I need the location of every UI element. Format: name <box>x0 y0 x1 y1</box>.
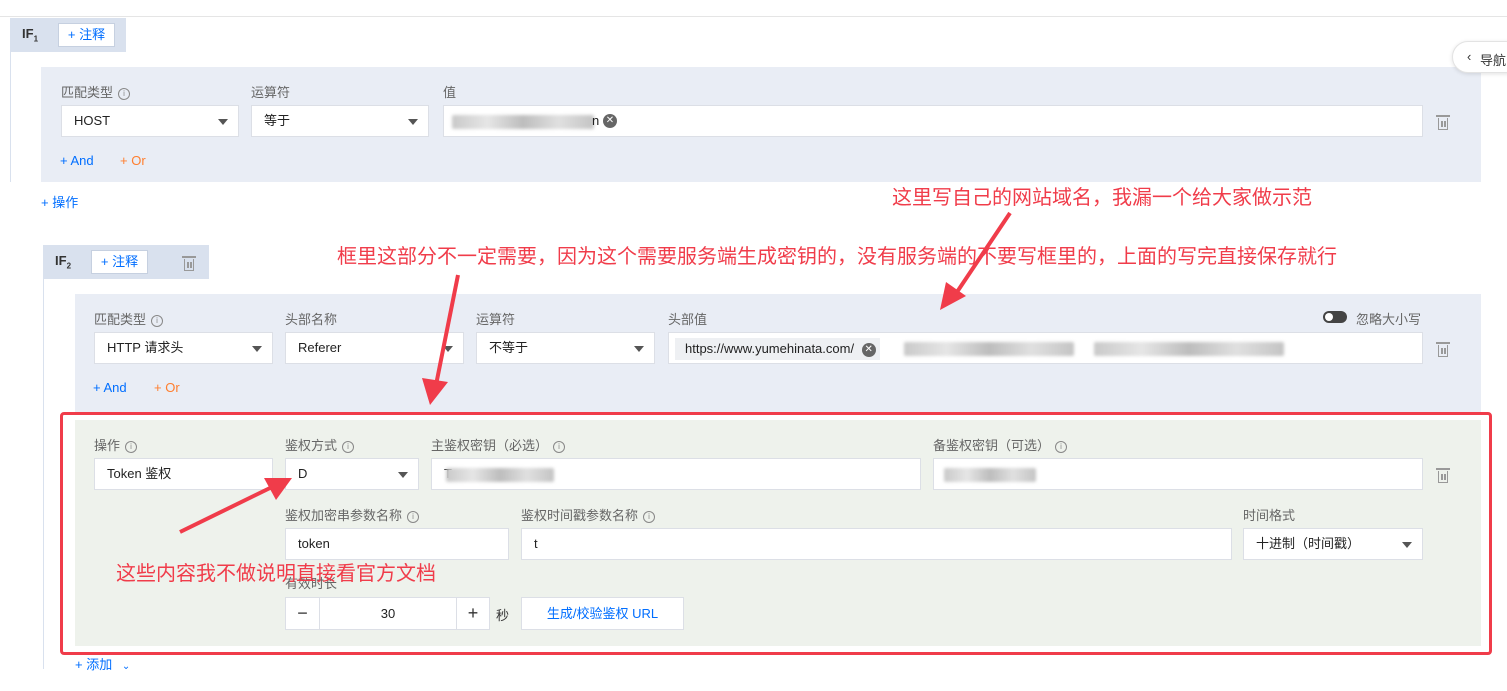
if1-badge: IF1 <box>22 26 39 44</box>
if2-match-type-label: 匹配类型 i <box>94 309 164 328</box>
if2-match-type-value: HTTP 请求头 <box>107 340 184 355</box>
if2-or-button[interactable]: + Or <box>154 380 180 395</box>
chevron-down-icon <box>408 119 418 125</box>
if2-operator-value: 不等于 <box>489 340 529 355</box>
redacted-header-value-1 <box>904 342 1074 356</box>
top-divider <box>0 16 1507 17</box>
if2-operator-label: 运算符 <box>476 312 516 327</box>
if2-badge: IF2 <box>55 253 72 271</box>
if2-and-button[interactable]: + And <box>93 380 127 395</box>
if1-match-type-label: 匹配类型 i <box>61 82 131 101</box>
if2-header-value-label: 头部值 <box>668 312 708 327</box>
if2-header-name-label: 头部名称 <box>285 312 338 327</box>
if2-header-value-input[interactable]: https://www.yumehinata.com/ ✕ <box>668 332 1423 364</box>
nav-toggle[interactable]: ‹ 导航 <box>1452 41 1507 73</box>
chevron-down-icon <box>443 346 453 352</box>
annotation-domain-note: 这里写自己的网站域名，我漏一个给大家做示范 <box>892 187 1312 209</box>
if2-connector <box>43 279 44 669</box>
nav-toggle-label: 导航 <box>1480 53 1507 68</box>
toggle-knob <box>1325 313 1333 321</box>
chevron-down-icon <box>218 119 228 125</box>
info-icon: i <box>118 87 131 100</box>
chevron-down-icon: ⌄ <box>121 661 131 672</box>
remove-tag-icon[interactable]: ✕ <box>603 114 617 128</box>
if1-match-type-value: HOST <box>74 113 111 128</box>
annotation-box-note: 框里这部分不一定需要，因为这个需要服务端生成密钥的，没有服务端的不要写框里的，上… <box>337 246 1337 268</box>
if2-header-name-value: Referer <box>298 340 342 355</box>
if1-match-type-select[interactable]: HOST <box>61 105 239 137</box>
chevron-down-icon <box>634 346 644 352</box>
delete-icon[interactable] <box>182 255 196 271</box>
if1-and-button[interactable]: + And <box>60 153 94 168</box>
header-value-tag: https://www.yumehinata.com/ ✕ <box>675 338 880 360</box>
redacted-header-value-2 <box>1094 342 1284 356</box>
info-icon: i <box>151 314 164 327</box>
if1-connector <box>10 52 11 182</box>
delete-icon[interactable] <box>1436 341 1450 357</box>
if2-match-type-select[interactable]: HTTP 请求头 <box>94 332 273 364</box>
if2-header-name-select[interactable]: Referer <box>285 332 464 364</box>
if1-operator-select[interactable]: 等于 <box>251 105 429 137</box>
if1-value-tag-tail: n <box>592 113 600 128</box>
add-operation-button[interactable]: + 操作 <box>41 192 78 211</box>
remove-tag-icon[interactable]: ✕ <box>861 342 876 357</box>
if2-note-button[interactable]: + 注释 <box>91 250 148 274</box>
ignore-case-label: 忽略大小写 <box>1356 312 1422 327</box>
if1-operator-label: 运算符 <box>251 85 291 100</box>
annotation-docs-note: 这些内容我不做说明直接看官方文档 <box>116 563 436 585</box>
if1-value-input[interactable]: n ✕ <box>443 105 1423 137</box>
if1-operator-value: 等于 <box>264 113 291 128</box>
if2-operator-select[interactable]: 不等于 <box>476 332 655 364</box>
if1-note-button[interactable]: + 注释 <box>58 23 115 47</box>
redacted-domain <box>452 115 594 129</box>
chevron-down-icon <box>252 346 262 352</box>
if1-value-label: 值 <box>443 85 457 100</box>
chevron-left-icon: ‹ <box>1467 49 1472 64</box>
delete-icon[interactable] <box>1436 114 1450 130</box>
annotation-highlight-box <box>60 412 1492 655</box>
if2-add-button[interactable]: + 添加 ⌄ <box>75 654 130 673</box>
if1-or-button[interactable]: + Or <box>120 153 146 168</box>
